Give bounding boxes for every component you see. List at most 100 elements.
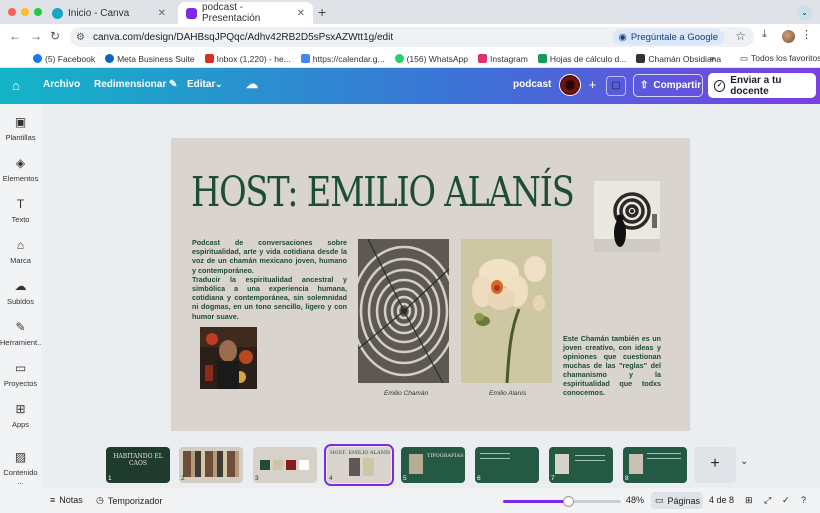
bookmark-sheets[interactable]: Hojas de cálculo d... [537,54,626,64]
all-bookmarks-label: Todos los favoritos [751,53,820,63]
document-title[interactable]: podcast [513,79,551,90]
back-arrow-icon[interactable]: ← [9,29,21,43]
slide-side-text[interactable]: Este Chamán también es un joven creativo… [563,334,661,397]
check-status-icon[interactable]: ✓ [782,495,790,506]
send-to-teacher-button[interactable]: ✓ Enviar a tu docente [708,73,816,98]
tree-rings-photo[interactable] [358,239,449,383]
bookmark-gmail[interactable]: Inbox (1,220) - he... [204,53,291,64]
timer-button[interactable]: ◷ Temporizador [96,495,162,506]
notes-icon: ≡ [50,495,56,505]
chevron-down-icon[interactable]: ⌄ [740,456,748,467]
tab-title: podcast - Presentación [202,2,261,24]
close-window-button[interactable] [8,8,16,16]
new-tab-button[interactable]: + [318,4,326,20]
window-controls [8,8,42,16]
rail-item-projects[interactable]: ▭ Proyectos [0,361,41,388]
page-thumbnail[interactable]: 7 [549,447,613,483]
page-thumbnail[interactable]: 8 [623,447,687,483]
browser-menu-icon[interactable]: ⋮ [801,28,812,41]
spiral-gallery-photo[interactable] [594,181,660,252]
slide-description[interactable]: Podcast de conversaciones sobre espiritu… [192,238,347,321]
add-page-button[interactable]: + [694,447,736,483]
page-counter: 4 de 8 [709,495,735,505]
rail-label: Texto [11,215,30,224]
file-menu[interactable]: Archivo [43,79,80,90]
site-info-icon[interactable]: ⚙ [76,32,85,43]
rail-item-media[interactable]: ▨ Contenido ... [0,450,41,486]
zoom-slider[interactable] [503,496,621,507]
rail-item-uploads[interactable]: ☁ Subidos [0,279,41,306]
more-bookmarks-button[interactable]: » [710,53,715,63]
help-icon[interactable]: ? [801,495,806,505]
all-bookmarks-button[interactable]: ▭ Todos los favoritos [740,53,820,64]
minimize-window-button[interactable] [21,8,29,16]
page-thumbnail-selected[interactable]: HOST: EMILIO ALANÍS 4 [324,444,394,486]
rail-item-text[interactable]: T Texto [0,197,41,224]
slide-canvas[interactable]: HOST: EMILIO ALANÍS Podcast de conversac… [171,138,690,431]
caption-emilio-alanis[interactable]: Emilio Alanís [489,390,526,397]
rail-item-apps[interactable]: ⊞ Apps [0,402,41,429]
comment-icon[interactable]: ▢ [606,76,626,96]
close-tab-icon[interactable]: ✕ [158,8,166,19]
tab-search-chevron-icon[interactable]: ⌄ [797,5,812,20]
rail-item-templates[interactable]: ▣ Plantillas [0,115,41,142]
bookmark-label: https://calendar.g... [312,53,385,64]
page-thumbnail[interactable]: TIPOGRAFÍAS 5 [401,447,465,483]
host-portrait-photo[interactable] [200,327,257,389]
page-thumbnail[interactable]: HABITANDO EL CAOS 1 [106,447,170,483]
zoom-level[interactable]: 48% [626,495,644,505]
forward-arrow-icon[interactable]: → [30,29,42,43]
page-thumbnail[interactable]: 2 [179,447,243,483]
caption-emilio-chaman[interactable]: Emilio Chamán [384,390,428,397]
address-bar[interactable]: ⚙ canva.com/design/DAHBsqJPQqc/Adhv42RB2… [70,27,754,47]
zoom-slider-handle[interactable] [563,496,574,507]
chevron-down-icon[interactable]: ⌄ [215,79,223,90]
cube-icon [636,54,646,63]
rail-item-tools[interactable]: ✎ Herramient... [0,320,44,347]
bookmark-facebook[interactable]: (5) Facebook [33,54,95,64]
bookmark-meta[interactable]: Meta Business Suite [105,54,195,64]
facebook-icon [33,54,42,63]
orchid-photo[interactable] [461,239,552,383]
bookmark-star-icon[interactable]: ☆ [735,29,746,43]
bookmark-whatsapp[interactable]: (156) WhatsApp [394,54,468,64]
collaborator-avatar[interactable] [559,74,581,96]
page-thumbnail[interactable]: 6 [475,447,539,483]
grid-view-icon[interactable]: ⊞ [745,495,753,506]
bookmark-calendar[interactable]: https://calendar.g... [300,53,385,64]
bookmark-chaman[interactable]: Chamán Obsidiana [636,54,721,64]
brand-icon: ⌂ [16,238,25,252]
notes-button[interactable]: ≡ Notas [50,495,83,505]
share-button[interactable]: ⇧ Compartir [633,74,703,97]
timer-label: Temporizador [107,495,163,506]
fullscreen-icon[interactable]: ⤢ [764,495,771,506]
reload-icon[interactable]: ↻ [50,29,60,43]
cloud-save-icon[interactable]: ☁ [246,77,258,91]
download-icon[interactable]: ⤓ [762,28,767,41]
rail-label: Elementos [2,174,39,183]
resize-button[interactable]: Redimensionar [94,79,166,90]
rail-label: Contenido ... [3,468,38,486]
rail-item-elements[interactable]: ◈ Elementos [0,156,41,183]
bookmark-instagram[interactable]: Instagram [478,54,528,64]
bookmark-label: Inbox (1,220) - he... [216,53,291,64]
maximize-window-button[interactable] [34,8,42,16]
browser-tab-inicio[interactable]: Inicio - Canva ✕ [44,2,174,24]
close-tab-icon[interactable]: ✕ [297,8,305,19]
browser-tab-podcast[interactable]: podcast - Presentación ✕ [178,2,313,24]
add-collaborator-icon[interactable]: + [584,77,601,94]
pages-button[interactable]: ▭ Páginas [651,492,703,509]
meta-icon [105,54,115,63]
share-label: Compartir [653,80,702,91]
home-icon[interactable]: ⌂ [12,78,20,93]
upload-icon: ☁ [14,279,27,293]
slide-title[interactable]: HOST: EMILIO ALANÍS [191,172,575,213]
profile-avatar[interactable] [782,30,795,43]
page-thumbnail[interactable]: 3 [253,447,317,483]
share-upload-icon: ⇧ [640,80,649,91]
page-number: 3 [255,475,259,482]
rail-item-brand[interactable]: ⌂ Marca [0,238,41,265]
ask-google-button[interactable]: ◉ Pregúntale a Google [612,29,724,45]
edit-menu[interactable]: Editar [187,79,215,90]
rail-label: Herramient... [0,338,44,347]
